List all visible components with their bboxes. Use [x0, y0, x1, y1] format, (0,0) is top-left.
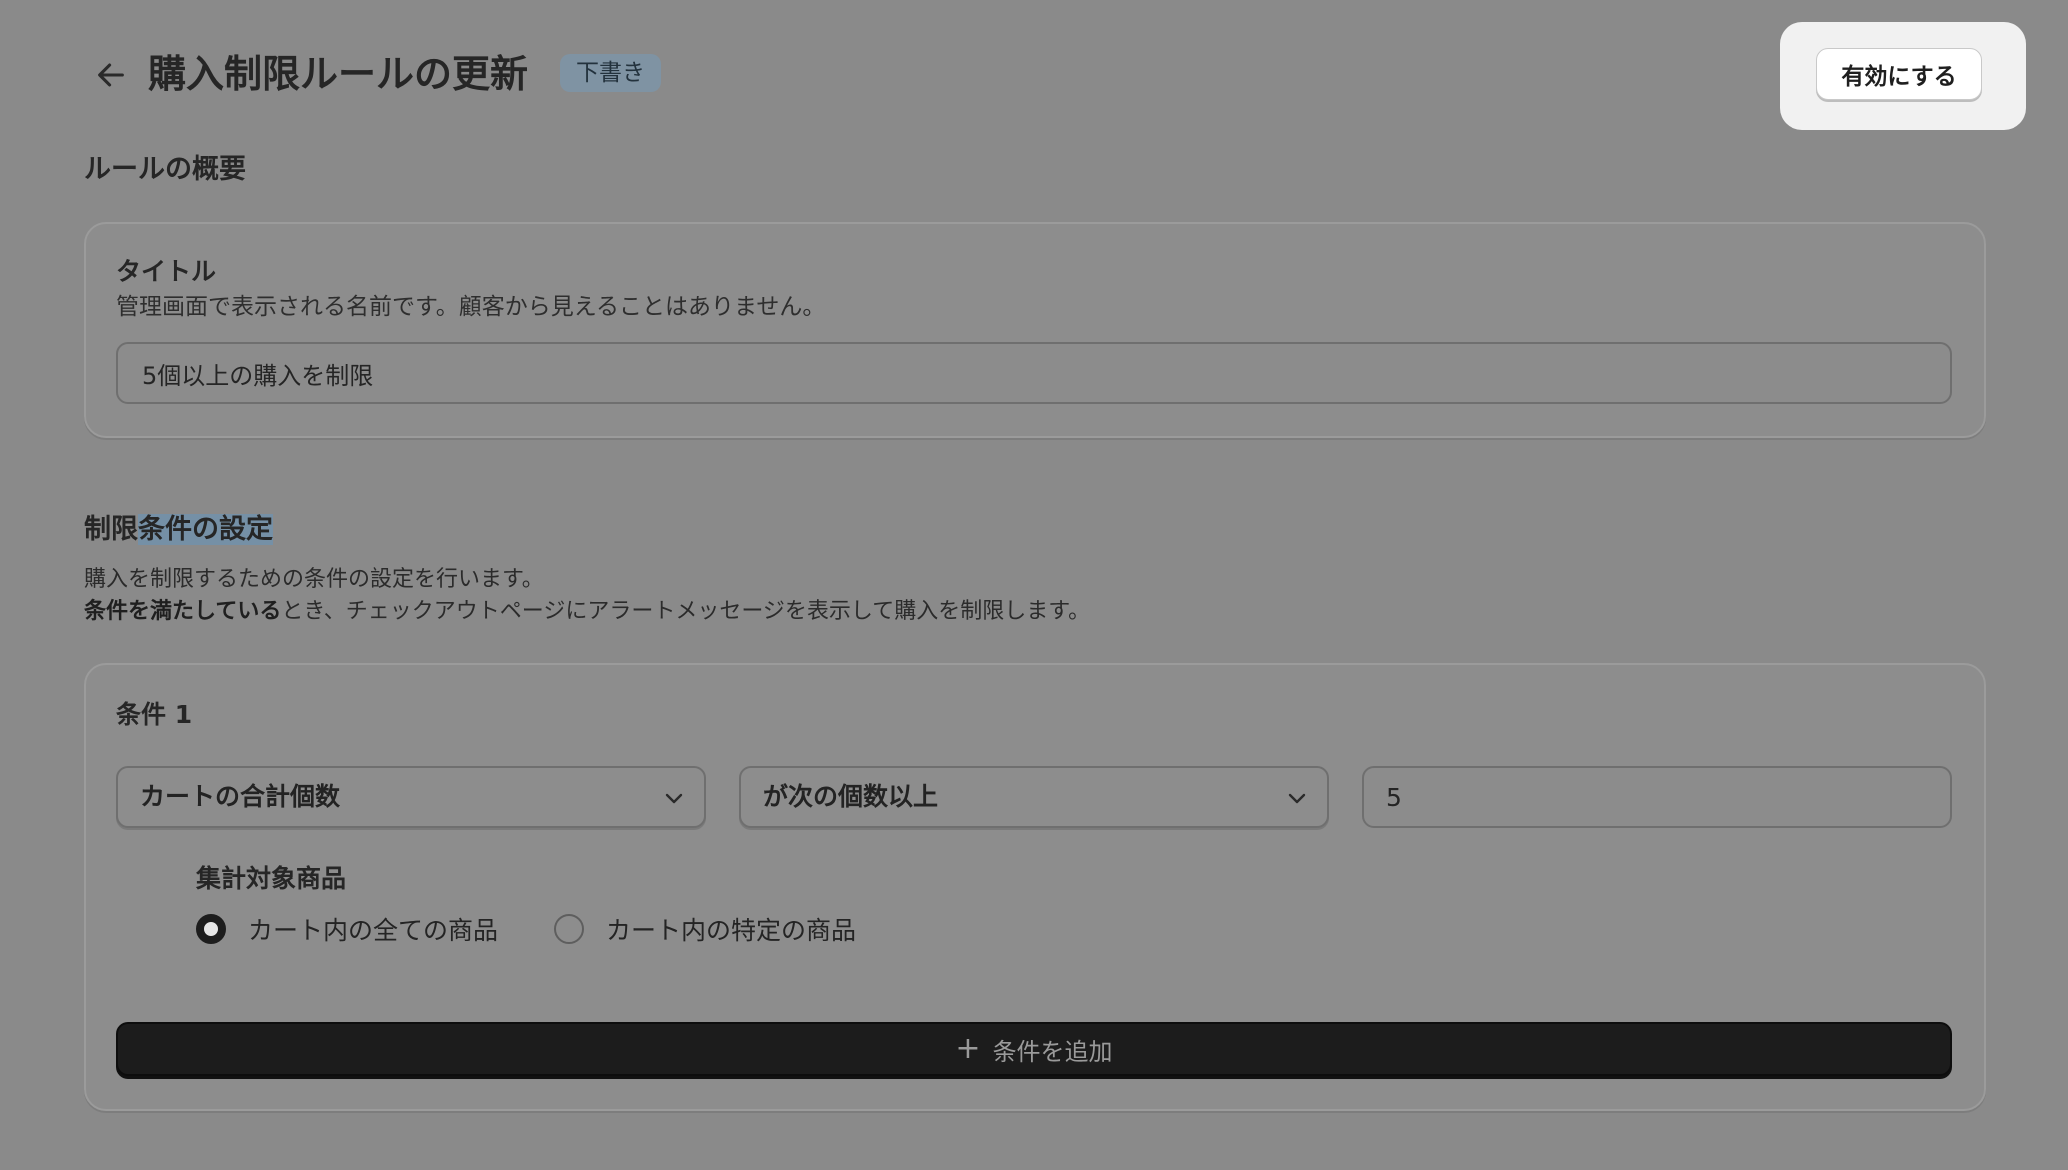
overview-heading: ルールの概要	[84, 154, 246, 185]
radio-specific-products-circle[interactable]	[554, 914, 584, 944]
condition-title: 条件 1	[116, 700, 193, 729]
conditions-desc-line2: 条件を満たしているとき、チェックアウトページにアラートメッセージを表示して購入を…	[84, 596, 1090, 628]
metric-select-value: カートの合計個数	[140, 782, 341, 811]
radio-specific-products-label: カート内の特定の商品	[606, 916, 857, 945]
radio-all-products-circle[interactable]	[196, 914, 226, 944]
conditions-heading-highlighted: 条件の設定	[138, 514, 273, 545]
back-button[interactable]	[88, 52, 134, 98]
radio-all-products-label: カート内の全ての商品	[248, 916, 499, 945]
chevron-down-icon	[1288, 793, 1306, 804]
operator-select-value: が次の個数以上	[763, 782, 939, 811]
conditions-desc-rest: とき、チェックアウトページにアラートメッセージを表示して購入を制限します。	[281, 599, 1091, 624]
title-field-help: 管理画面で表示される名前です。顧客から見えることはありません。	[116, 294, 826, 320]
condition-card: 条件 1 カートの合計個数 が次の個数以上 集計対象商品 カート内の全ての商品 …	[84, 663, 1986, 1111]
arrow-left-icon	[98, 63, 124, 87]
activate-button[interactable]: 有効にする	[1816, 48, 1982, 100]
status-badge: 下書き	[560, 54, 661, 92]
chevron-down-icon	[665, 793, 683, 804]
conditions-heading-part1: 制限	[84, 514, 138, 545]
title-field-label: タイトル	[116, 257, 217, 286]
add-condition-label: 条件を追加	[992, 1037, 1113, 1066]
activate-panel: 有効にする	[1780, 22, 2026, 130]
plus-icon: +	[955, 1031, 981, 1066]
title-input[interactable]	[116, 342, 1952, 404]
conditions-heading: 制限条件の設定	[84, 510, 273, 550]
radio-all-products[interactable]: カート内の全ての商品	[196, 909, 498, 949]
quantity-input[interactable]	[1362, 766, 1952, 828]
add-condition-button[interactable]: + 条件を追加	[116, 1022, 1952, 1076]
metric-select[interactable]: カートの合計個数	[116, 766, 706, 828]
conditions-desc-line1: 購入を制限するための条件の設定を行います。	[84, 567, 544, 592]
conditions-desc-bold: 条件を満たしている	[84, 599, 282, 624]
operator-select[interactable]: が次の個数以上	[739, 766, 1329, 828]
target-group-label: 集計対象商品	[196, 864, 347, 893]
page: 購入制限ルールの更新 下書き 有効にする ルールの概要 タイトル 管理画面で表示…	[0, 0, 2068, 1170]
title-card: タイトル 管理画面で表示される名前です。顧客から見えることはありません。	[84, 222, 1986, 438]
page-title: 購入制限ルールの更新	[148, 52, 529, 96]
radio-specific-products[interactable]: カート内の特定の商品	[554, 909, 856, 949]
